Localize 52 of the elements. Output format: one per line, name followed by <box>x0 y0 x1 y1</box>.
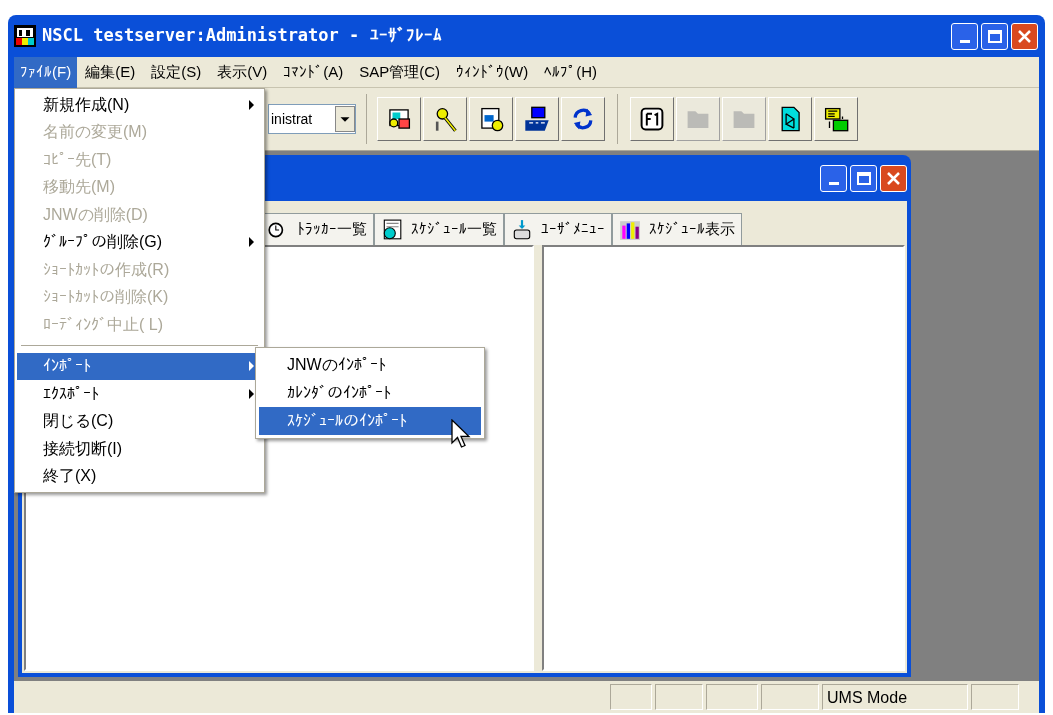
help-key-icon <box>639 106 665 132</box>
toolbar-button[interactable] <box>814 97 858 141</box>
close-icon <box>886 170 901 186</box>
maximize-button[interactable] <box>981 22 1008 50</box>
submenu-item[interactable]: ｶﾚﾝﾀﾞのｲﾝﾎﾟｰﾄ <box>259 379 481 407</box>
menu-item[interactable]: ﾍﾙﾌﾟ(H) <box>536 56 605 88</box>
status-cell <box>971 684 1019 710</box>
minimize-button[interactable] <box>820 164 847 192</box>
menu-item[interactable]: 表示(V) <box>209 56 276 88</box>
close-button[interactable] <box>1011 22 1038 50</box>
menu-item[interactable]: ｺﾏﾝﾄﾞ(A) <box>275 56 352 88</box>
minimize-button[interactable] <box>951 22 978 50</box>
tab[interactable]: ｽｹｼﾞｭｰﾙ表示 <box>612 213 742 245</box>
job-transfer-icon <box>823 106 849 132</box>
status-cell <box>706 684 758 710</box>
app-icon <box>14 25 36 47</box>
user-combo-box[interactable]: inistrat <box>268 104 356 134</box>
toolbar-button[interactable] <box>469 97 513 141</box>
network-icon <box>386 106 412 132</box>
submenu-item[interactable]: ｽｹｼﾞｭｰﾙのｲﾝﾎﾟｰﾄ <box>259 407 481 435</box>
menu-item[interactable]: 終了(X) <box>17 462 262 490</box>
computer-icon <box>478 106 504 132</box>
menu-item[interactable]: 設定(S) <box>143 56 210 88</box>
submenu-item[interactable]: JNWのｲﾝﾎﾟｰﾄ <box>259 351 481 379</box>
status-cell <box>761 684 819 710</box>
menu-item[interactable]: ｳｨﾝﾄﾞｳ(W) <box>448 56 537 88</box>
toolbar-button[interactable] <box>768 97 812 141</box>
close-button[interactable] <box>880 164 907 192</box>
combo-value: inistrat <box>270 109 314 129</box>
menu-item[interactable]: 接続切断(I) <box>17 435 262 463</box>
window-title: NSCL testserver:Administrator - ﾕｰｻﾞﾌﾚｰﾑ <box>42 24 442 48</box>
toolbar-button[interactable] <box>630 97 674 141</box>
status-cell <box>655 684 703 710</box>
menu-item[interactable]: ｸﾞﾙｰﾌﾟの削除(G) <box>17 228 262 256</box>
toolbar-button[interactable] <box>515 97 559 141</box>
status-mode-text: UMS Mode <box>822 684 968 710</box>
tab[interactable]: ﾕｰｻﾞﾒﾆｭｰ <box>504 213 612 245</box>
sap-icon <box>524 106 550 132</box>
close-icon <box>1017 28 1032 44</box>
printer-icon <box>511 218 533 241</box>
toolbar-button[interactable] <box>423 97 467 141</box>
toolbar-button[interactable] <box>561 97 605 141</box>
menu-item[interactable]: SAP管理(C) <box>351 56 448 88</box>
tab[interactable]: ｽｹｼﾞｭｰﾙ一覧 <box>374 213 504 245</box>
toolbar-button[interactable] <box>377 97 421 141</box>
menu-item[interactable]: 編集(E) <box>77 56 144 88</box>
calendar-clock-icon <box>381 218 403 241</box>
maximize-button[interactable] <box>850 164 877 192</box>
menu-item[interactable]: 新規作成(N) <box>17 91 262 119</box>
status-cell <box>610 684 652 710</box>
menu-item[interactable]: ﾌｧｲﾙ(F) <box>14 56 78 88</box>
bar-chart-icon <box>619 218 641 241</box>
